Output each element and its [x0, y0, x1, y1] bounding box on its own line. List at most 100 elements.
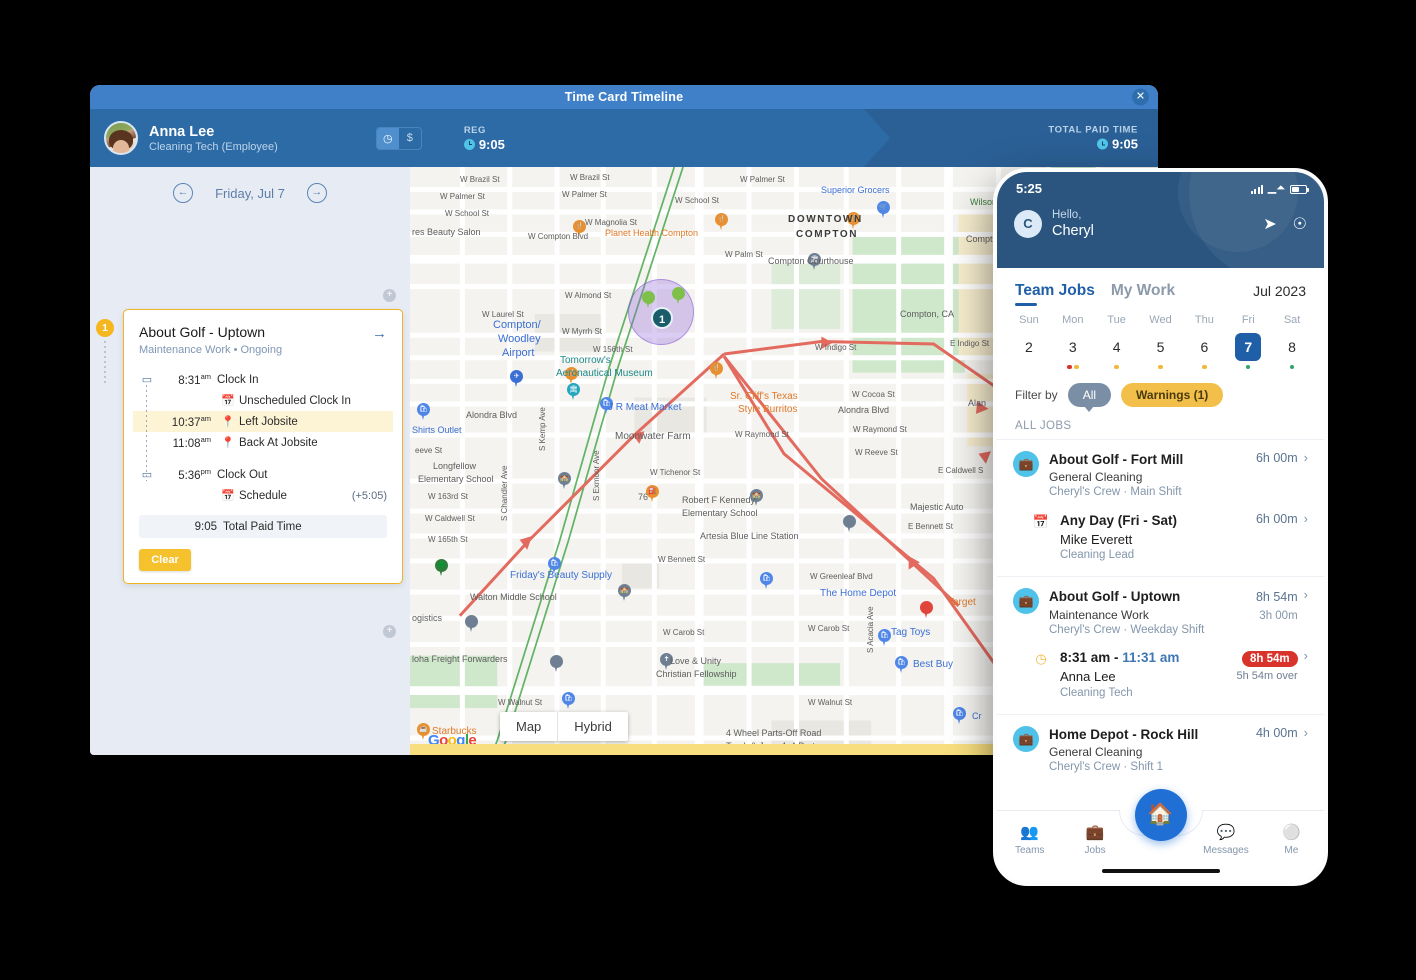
avatar[interactable]: C — [1014, 210, 1042, 238]
open-job-arrow-icon[interactable]: → — [372, 324, 387, 341]
nav-label: Jobs — [1062, 845, 1127, 856]
next-day-button[interactable]: → — [307, 183, 327, 203]
day-of-week: Tue — [1095, 314, 1139, 326]
job-duration: 6h 00m — [1256, 451, 1298, 465]
job-main-row[interactable]: 💼 Home Depot - Rock Hill General Cleanin… — [1013, 726, 1308, 776]
employee-role: Cleaning Tech (Employee) — [149, 141, 278, 153]
map-pin-green-icon[interactable] — [642, 291, 655, 309]
dollar-icon[interactable]: $ — [399, 128, 421, 149]
timeline-row-label: Unscheduled Clock In — [239, 395, 351, 407]
filter-chip-warnings[interactable]: Warnings (1) — [1121, 383, 1223, 407]
map-pin-restaurant-icon[interactable]: 🍴 — [710, 362, 723, 380]
day-cell[interactable]: Wed 5 — [1139, 314, 1183, 371]
chevron-right-icon[interactable]: › — [1304, 726, 1308, 740]
nav-item-jobs[interactable]: 💼 Jobs — [1062, 825, 1127, 856]
home-fab-button[interactable]: 🏠 — [1135, 789, 1187, 841]
close-icon[interactable]: ✕ — [1132, 89, 1149, 106]
clock-icon[interactable]: ◷ — [377, 128, 399, 149]
month-label: Jul 2023 — [1253, 283, 1306, 299]
map-pin-place-icon[interactable] — [843, 515, 856, 533]
map-pin-airport-icon[interactable]: ✈ — [510, 370, 523, 388]
messages-icon: 💬 — [1193, 825, 1258, 840]
chevron-right-icon[interactable]: › — [1304, 588, 1308, 602]
map-pin-museum-icon[interactable]: 🏛 — [567, 383, 580, 401]
send-icon[interactable]: ➤ — [1263, 214, 1276, 234]
chevron-right-icon[interactable]: › — [1304, 512, 1308, 526]
prev-day-button[interactable]: ← — [173, 183, 193, 203]
jobs-list[interactable]: 💼 About Golf - Fort Mill General Cleanin… — [997, 439, 1324, 779]
timeline-row[interactable]: 10:37am 📍 Left Jobsite — [133, 411, 393, 432]
list-item[interactable]: 💼 About Golf - Fort Mill General Cleanin… — [997, 439, 1324, 576]
day-cell-selected[interactable]: Fri 7 — [1226, 314, 1270, 371]
map-pin-place-icon[interactable] — [465, 615, 478, 633]
map-pin-green-icon[interactable] — [672, 287, 685, 305]
total-paid-label: Total Paid Time — [223, 521, 302, 533]
map-pin-place-icon[interactable] — [550, 655, 563, 673]
chevron-right-icon[interactable]: › — [1304, 451, 1308, 465]
map-pin-store-icon[interactable]: 🛍 — [895, 656, 908, 674]
day-cell[interactable]: Sun 2 — [1007, 314, 1051, 371]
add-entry-below-icon[interactable]: + — [383, 625, 396, 638]
map-pin-store-icon[interactable]: 🛍 — [878, 629, 891, 647]
nav-item-me[interactable]: ⚪ Me — [1259, 825, 1324, 856]
section-header-all-jobs: ALL JOBS — [997, 407, 1324, 439]
map-cluster-badge[interactable]: 1 — [651, 307, 673, 329]
briefcase-icon: 💼 — [1013, 726, 1039, 752]
greeting-hello: Hello, — [1052, 208, 1094, 222]
map-pin-store-icon[interactable]: 🛍 — [760, 572, 773, 590]
add-entry-above-icon[interactable]: + — [383, 289, 396, 302]
timeline-row[interactable]: ▭ 5:36pm Clock Out — [139, 464, 387, 485]
filter-chip-all[interactable]: All — [1068, 383, 1111, 407]
timeline-card[interactable]: About Golf - Uptown → Maintenance Work •… — [123, 309, 403, 584]
total-paid-row: 9:05 Total Paid Time — [139, 515, 387, 538]
employee-header: Anna Lee Cleaning Tech (Employee) ◷ $ RE… — [90, 109, 1158, 167]
job-text: About Golf - Uptown Maintenance Work Che… — [1049, 588, 1204, 638]
week-strip: Sun 2 Mon 3 Tue 4 Wed 5 Thu 6 — [997, 300, 1324, 371]
filter-bar: Filter by All Warnings (1) — [997, 371, 1324, 407]
reg-value: 9:05 — [479, 137, 505, 152]
job-main-row[interactable]: 💼 About Golf - Uptown Maintenance Work C… — [1013, 588, 1308, 638]
day-cell[interactable]: Thu 6 — [1182, 314, 1226, 371]
list-item[interactable]: 💼 Home Depot - Rock Hill General Cleanin… — [997, 714, 1324, 779]
day-cell[interactable]: Sat 8 — [1270, 314, 1314, 371]
map-type-hybrid[interactable]: Hybrid — [558, 712, 628, 741]
map-pin-store-icon[interactable]: 🛍 — [417, 403, 430, 421]
map-pin-school-icon[interactable]: 🏫 — [558, 472, 571, 490]
shift-role: Cleaning Tech — [1060, 686, 1179, 702]
timeline-card-title: About Golf - Uptown — [139, 324, 265, 340]
day-number: 3 — [1060, 333, 1086, 361]
job-shift-row[interactable]: ◷ 8:31 am - 11:31 am Anna Lee Cleaning T… — [1013, 649, 1308, 701]
map-pin-store-icon[interactable]: 🛍 — [562, 692, 575, 710]
timeline-row[interactable]: 📅 Unscheduled Clock In — [139, 390, 387, 411]
bell-icon[interactable]: ☉ — [1293, 214, 1307, 234]
chevron-right-icon[interactable]: › — [1304, 649, 1308, 663]
timeline-row-label: Clock In — [217, 374, 259, 386]
nav-item-messages[interactable]: 💬 Messages — [1193, 825, 1258, 856]
briefcase-icon: 💼 — [1013, 451, 1039, 477]
timeline-row[interactable]: 📅 Schedule (+5:05) — [139, 485, 387, 506]
map-pin-school-icon[interactable]: 🏫 — [618, 584, 631, 602]
timeline-row-time: 5:36pm — [155, 467, 217, 482]
nav-item-teams[interactable]: 👥 Teams — [997, 825, 1062, 856]
signal-icon — [1251, 185, 1263, 194]
map-type-map[interactable]: Map — [500, 712, 557, 741]
map-pin-target-icon[interactable] — [920, 601, 933, 619]
job-shift-row[interactable]: 📅 Any Day (Fri - Sat) Mike Everett Clean… — [1013, 512, 1308, 564]
list-item[interactable]: 💼 About Golf - Uptown Maintenance Work C… — [997, 576, 1324, 713]
tab-team-jobs[interactable]: Team Jobs — [1015, 282, 1095, 300]
window-titlebar: Time Card Timeline ✕ — [90, 85, 1158, 109]
nav-label: Me — [1259, 845, 1324, 856]
map-pin-restaurant-icon[interactable]: 🍴 — [715, 213, 728, 231]
job-main-row[interactable]: 💼 About Golf - Fort Mill General Cleanin… — [1013, 451, 1308, 501]
day-cell[interactable]: Tue 4 — [1095, 314, 1139, 371]
day-cell[interactable]: Mon 3 — [1051, 314, 1095, 371]
timeline-row[interactable]: ▭ 8:31am Clock In — [139, 369, 387, 390]
clear-button[interactable]: Clear — [139, 549, 191, 571]
time-money-toggle[interactable]: ◷ $ — [376, 127, 422, 150]
map-pin-store-icon[interactable]: 🛍 — [953, 707, 966, 725]
map-pin-grocery-icon[interactable]: 🛒 — [877, 201, 890, 219]
map-type-switcher[interactable]: Map Hybrid — [500, 712, 628, 741]
timeline-row[interactable]: 11:08am 📍 Back At Jobsite — [139, 432, 387, 453]
map-pin-park-icon[interactable]: 🌲 — [435, 559, 448, 577]
tab-my-work[interactable]: My Work — [1111, 282, 1175, 300]
